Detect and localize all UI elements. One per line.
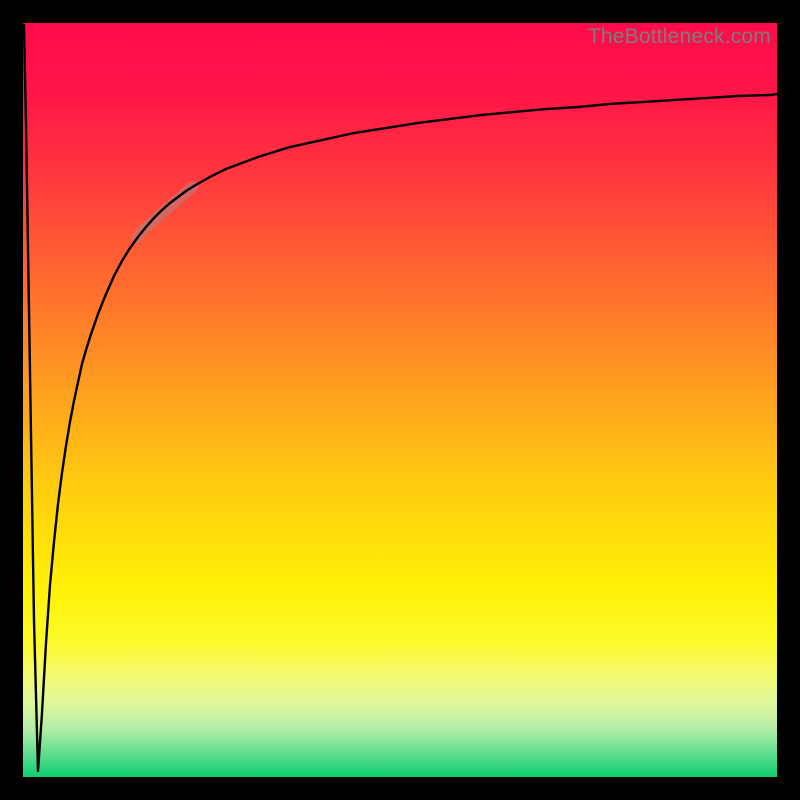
highlight-segments <box>137 187 193 238</box>
plot-area: TheBottleneck.com <box>23 23 777 777</box>
chart-curve-layer <box>23 23 777 777</box>
chart-stage: TheBottleneck.com <box>0 0 800 800</box>
bottleneck-curve <box>24 25 777 771</box>
